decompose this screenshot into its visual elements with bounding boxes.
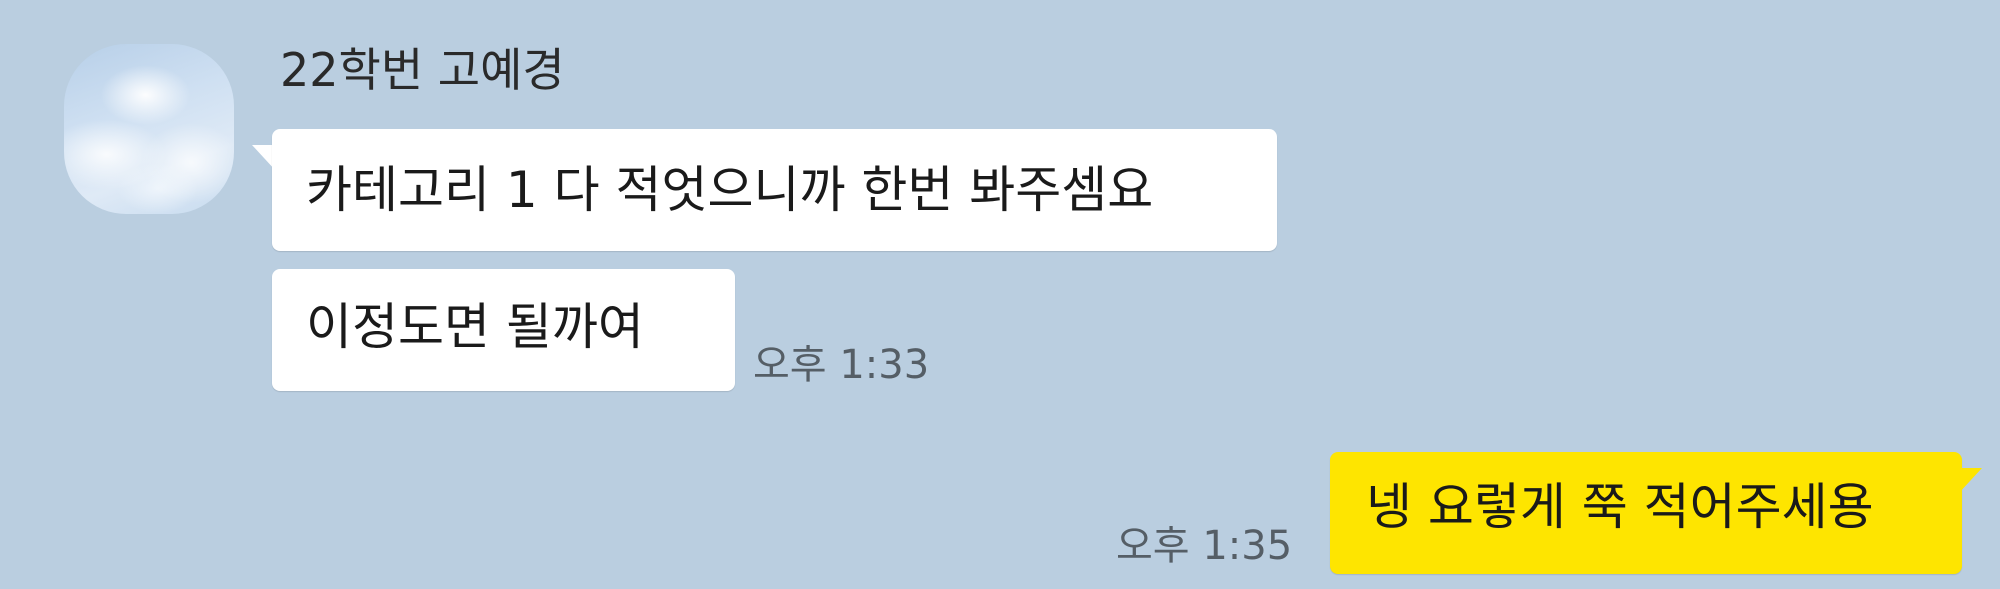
profile-avatar[interactable] <box>64 44 234 214</box>
bubble-tail-outgoing <box>1958 468 1982 494</box>
incoming-message-bubble[interactable]: 카테고리 1 다 적엇으니까 한번 봐주셈요 <box>272 129 1277 251</box>
message-timestamp: 오후 1:33 <box>753 342 930 388</box>
sender-name[interactable]: 22학번 고예경 <box>280 40 565 100</box>
outgoing-message-bubble[interactable]: 넹 요렇게 쭉 적어주세용 <box>1330 452 1962 574</box>
message-timestamp: 오후 1:35 <box>1116 523 1293 569</box>
message-text: 넹 요렇게 쭉 적어주세용 <box>1366 478 1874 536</box>
message-text: 카테고리 1 다 적엇으니까 한번 봐주셈요 <box>306 161 1154 219</box>
message-text: 이정도면 될까여 <box>306 298 644 356</box>
incoming-message-bubble[interactable]: 이정도면 될까여 <box>272 269 735 391</box>
